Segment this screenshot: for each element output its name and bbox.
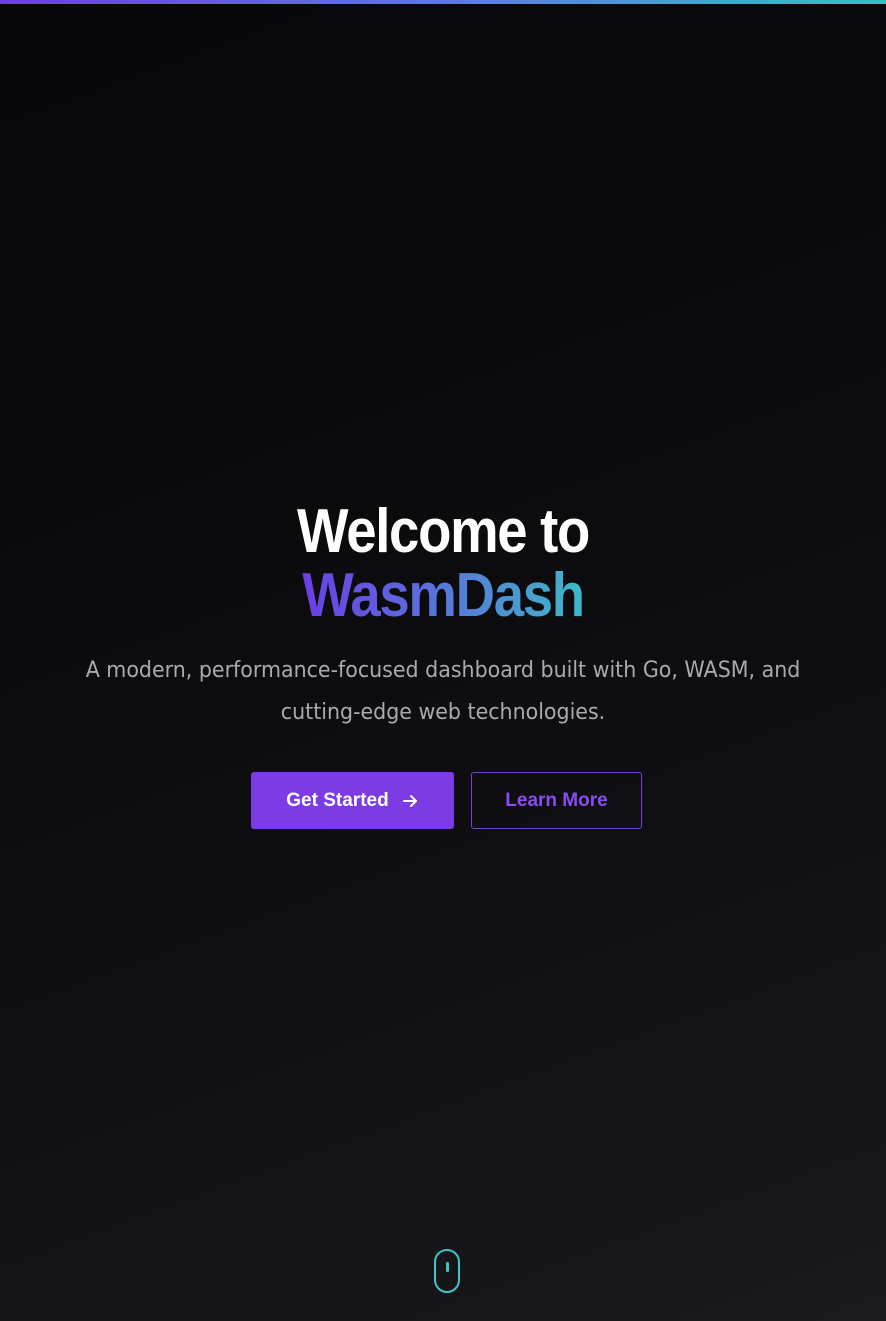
top-gradient-bar bbox=[0, 0, 886, 4]
headline-brand: WasmDash bbox=[302, 561, 585, 630]
mouse-scroll-icon[interactable] bbox=[434, 1249, 460, 1293]
hero-subtitle: A modern, performance-focused dashboard … bbox=[85, 658, 801, 725]
get-started-label: Get Started bbox=[286, 789, 389, 811]
hero-section: Welcome to WasmDash A modern, performanc… bbox=[0, 500, 886, 734]
scroll-wheel-dot bbox=[445, 1262, 449, 1272]
headline-welcome: Welcome to bbox=[297, 497, 590, 566]
arrow-right-icon bbox=[401, 792, 419, 810]
learn-more-button[interactable]: Learn More bbox=[471, 772, 642, 829]
get-started-button[interactable]: Get Started bbox=[251, 772, 454, 829]
hero-headline: Welcome to WasmDash bbox=[53, 500, 833, 628]
hero-actions: Get Started Learn More bbox=[0, 772, 886, 829]
learn-more-label: Learn More bbox=[505, 789, 608, 811]
